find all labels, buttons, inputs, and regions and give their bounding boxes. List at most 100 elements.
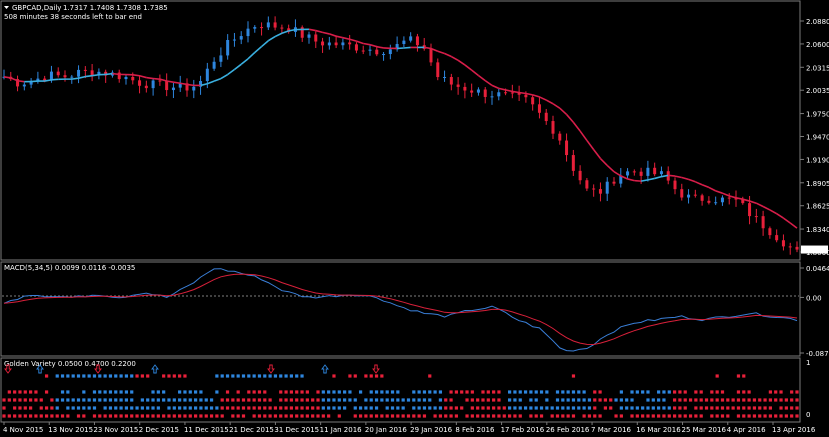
price-tick-label: 1.9750 [806,111,829,119]
golden-dot [156,414,160,418]
candle-body [687,194,691,198]
candle-body [273,22,277,28]
candle-body [700,195,704,201]
golden-dot [151,414,155,418]
golden-dot [348,398,352,402]
golden-dot [497,390,501,394]
golden-dot [167,374,171,378]
candle-body [720,197,724,203]
golden-dot [502,406,506,410]
golden-dot [82,390,86,394]
golden-dot [401,414,405,418]
golden-dot [66,398,70,402]
trading-chart[interactable]: GBPCAD,Daily 1.7317 1.7408 1.7308 1.7385… [0,0,829,437]
golden-dot [13,406,17,410]
golden-dot [768,398,772,402]
candle-body [246,28,250,37]
golden-dot [279,390,283,394]
golden-dot [513,414,517,418]
golden-dot [790,406,794,410]
golden-dot [523,406,528,410]
golden-dot [625,406,629,410]
macd-panel[interactable]: MACD(5,34,5) 0.0099 0.0116 -0.0035 0.046… [0,261,829,358]
golden-dot [603,406,608,410]
golden-dot [44,374,49,378]
golden-dot [130,398,134,402]
golden-dot [470,398,474,402]
date-tick-label: 26 Feb 2016 [546,426,590,434]
golden-dot [667,390,671,394]
golden-dot [273,414,278,418]
golden-dot [438,390,443,394]
golden-dot [188,406,192,410]
golden-dot [593,414,597,418]
golden-dot [215,406,219,410]
golden-dot [183,374,187,378]
candle-body [239,36,243,40]
golden-dot [529,398,533,402]
golden-dot [172,398,176,402]
golden-dot [279,406,283,410]
golden-dot [550,414,554,418]
golden-dot [18,398,22,402]
candle-body [327,42,331,46]
golden-dot [44,390,49,394]
golden-dot [508,390,512,394]
ma-segment [3,76,11,79]
golden-dot [758,414,762,418]
price-tick-label: 2.0880 [806,18,829,26]
ohlc-values: 1.7317 1.7408 1.7308 1.7385 [63,4,168,12]
golden-dot [731,406,735,410]
golden-dot [146,414,150,418]
golden-dot [742,398,746,402]
candle-body [321,41,325,46]
golden-dot [561,414,565,418]
golden-dot [209,406,214,410]
ma-segment [173,81,181,85]
golden-dot [555,390,560,394]
golden-dot [18,390,22,394]
golden-dot [353,398,357,402]
golden-dot [162,374,166,378]
golden-dot [752,398,757,402]
golden-dot [582,398,586,402]
golden-dot [774,398,778,402]
golden-dot [688,398,693,402]
golden-dot [672,390,677,394]
golden-dot [119,414,123,418]
golden-dot [571,374,576,378]
golden-axis: 10 [806,359,810,419]
ma-segment [71,77,79,80]
golden-dot [193,390,198,394]
golden-dot [183,390,187,394]
golden-dot [476,406,480,410]
golden-dot [555,398,560,402]
golden-dot [23,406,27,410]
golden-dot [476,414,480,418]
golden-dot [55,374,59,378]
golden-dot [87,398,91,402]
golden-dot [672,414,677,418]
golden-dot [87,406,91,410]
price-panel[interactable]: GBPCAD,Daily 1.7317 1.7408 1.7308 1.7385… [0,0,829,261]
golden-dot [199,398,203,402]
golden-dot [135,374,139,378]
golden-dot [358,414,363,418]
golden-dot [406,398,411,402]
golden-dot [715,398,719,402]
golden-dot [465,390,469,394]
golden-dot [534,406,538,410]
golden-dot [13,414,17,418]
golden-dot [231,414,235,418]
golden-dot [678,414,682,418]
golden-dot [715,414,719,418]
golden-dot [7,398,11,402]
golden-dot [225,406,230,410]
date-tick-label: 7 Mar 2016 [591,426,631,434]
golden-dot [651,414,655,418]
golden-dot [130,374,134,378]
golden-dot [720,406,725,410]
golden-dot [178,414,182,418]
golden-variety-panel[interactable]: Golden Variety 0.0500 0.4700 0.2200 10 [0,357,810,423]
golden-dot [428,374,432,378]
